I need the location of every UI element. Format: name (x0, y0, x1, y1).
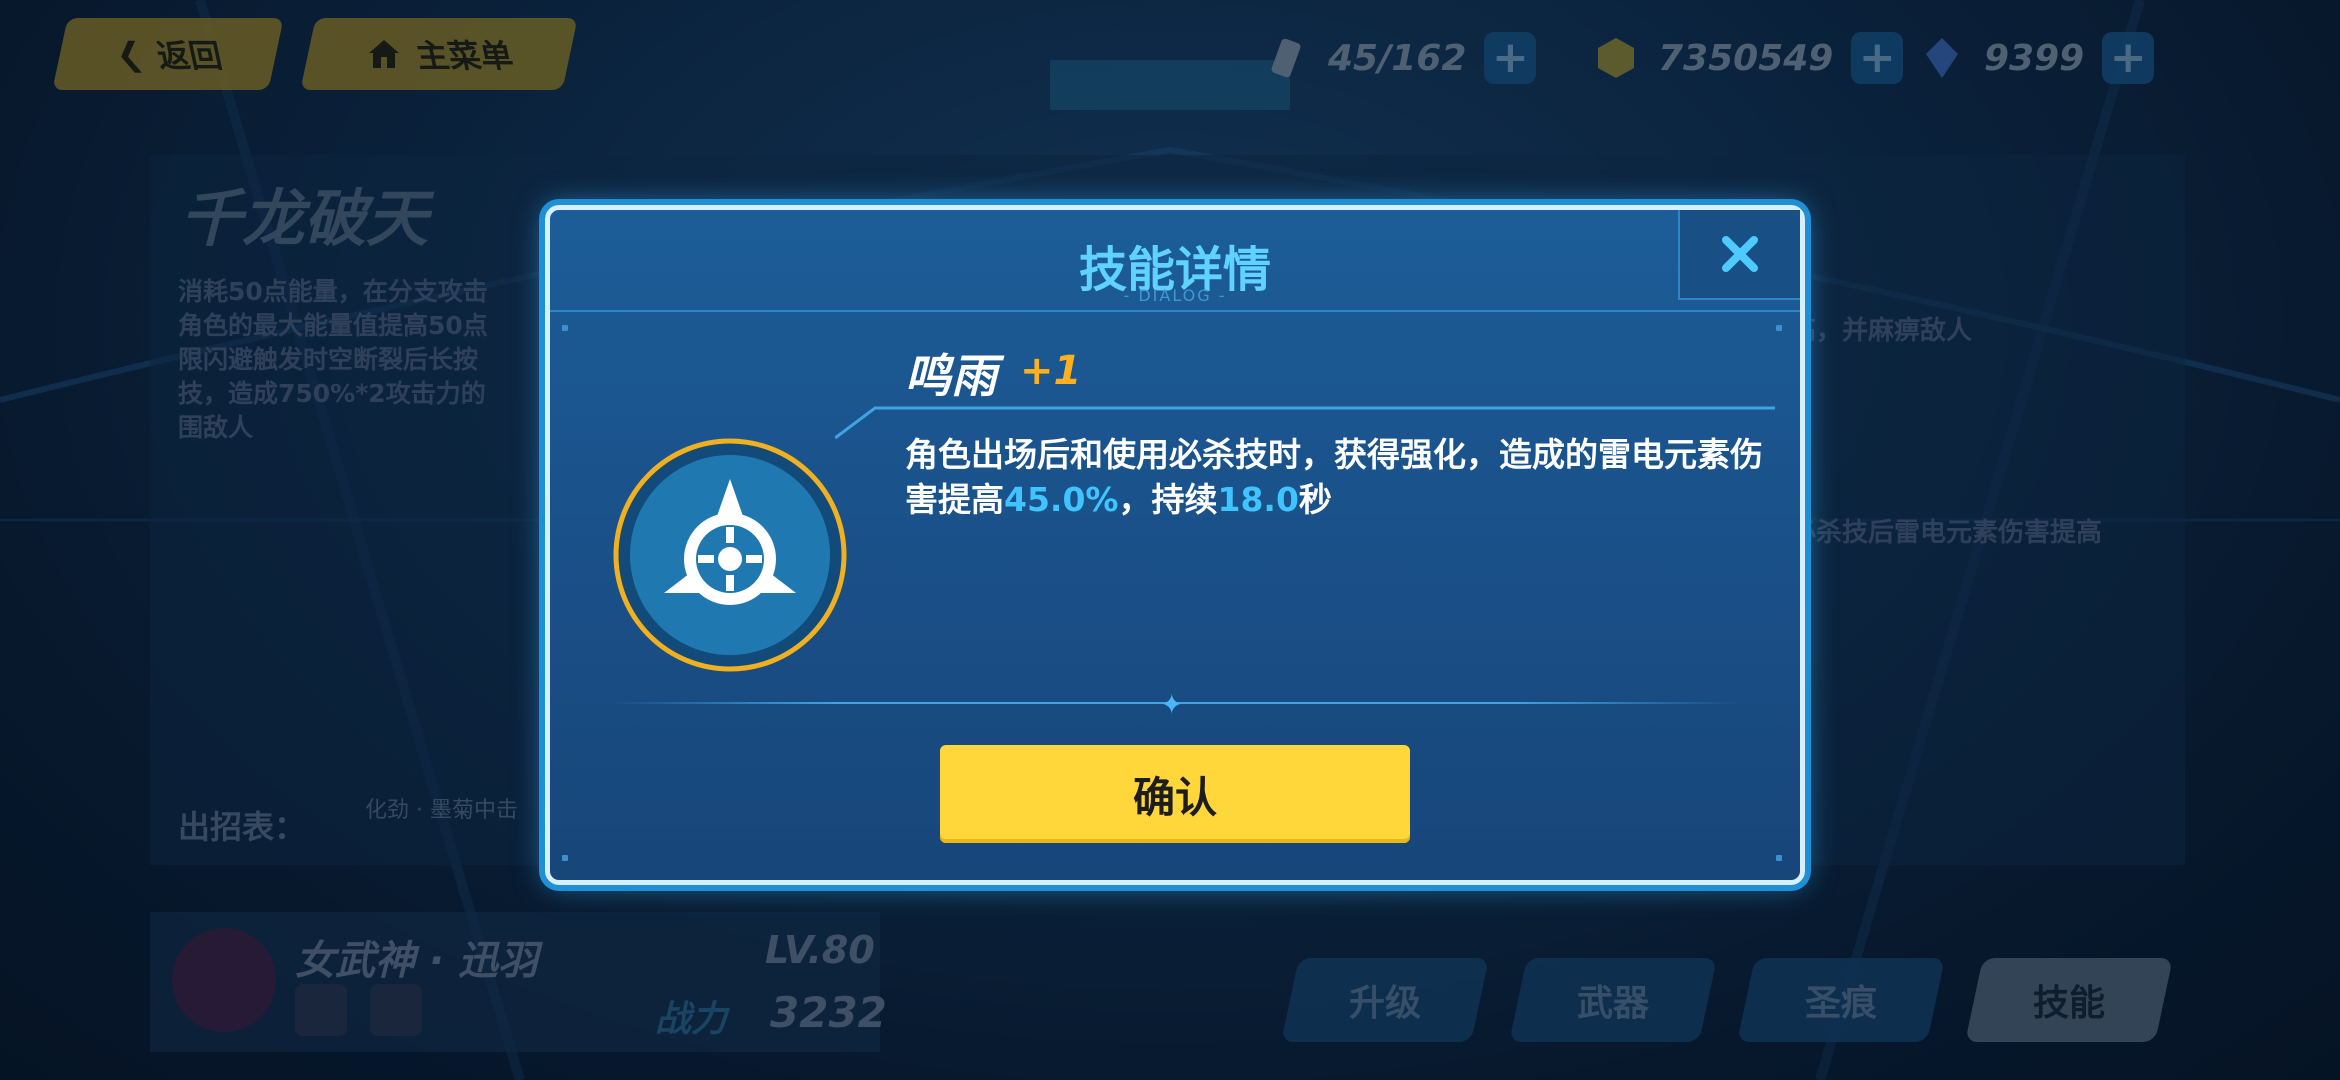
sparkle-icon: ✦ (1160, 688, 1184, 721)
corner-dot (1776, 855, 1782, 861)
damage-bonus-value: 45.0% (1004, 480, 1119, 519)
dialog-subtitle: - DIALOG - (1123, 286, 1227, 305)
close-icon (1722, 236, 1758, 272)
skill-description: 角色出场后和使用必杀技时，获得强化，造成的雷电元素伤害提高45.0%，持续18.… (905, 435, 1763, 519)
confirm-button[interactable]: 确认 (940, 745, 1410, 843)
corner-dot (1776, 325, 1782, 331)
skill-detail-dialog: 技能详情 - DIALOG - 鸣雨 +1 角色出场后和使用必杀技时，获得强化，… (545, 205, 1805, 885)
corner-dot (562, 855, 568, 861)
duration-value: 18.0 (1217, 480, 1299, 519)
skill-name: 鸣雨 (905, 349, 997, 403)
close-button[interactable] (1678, 210, 1800, 300)
skill-icon (613, 438, 847, 672)
corner-dot (562, 325, 568, 331)
skill-level: +1 (1020, 348, 1082, 394)
